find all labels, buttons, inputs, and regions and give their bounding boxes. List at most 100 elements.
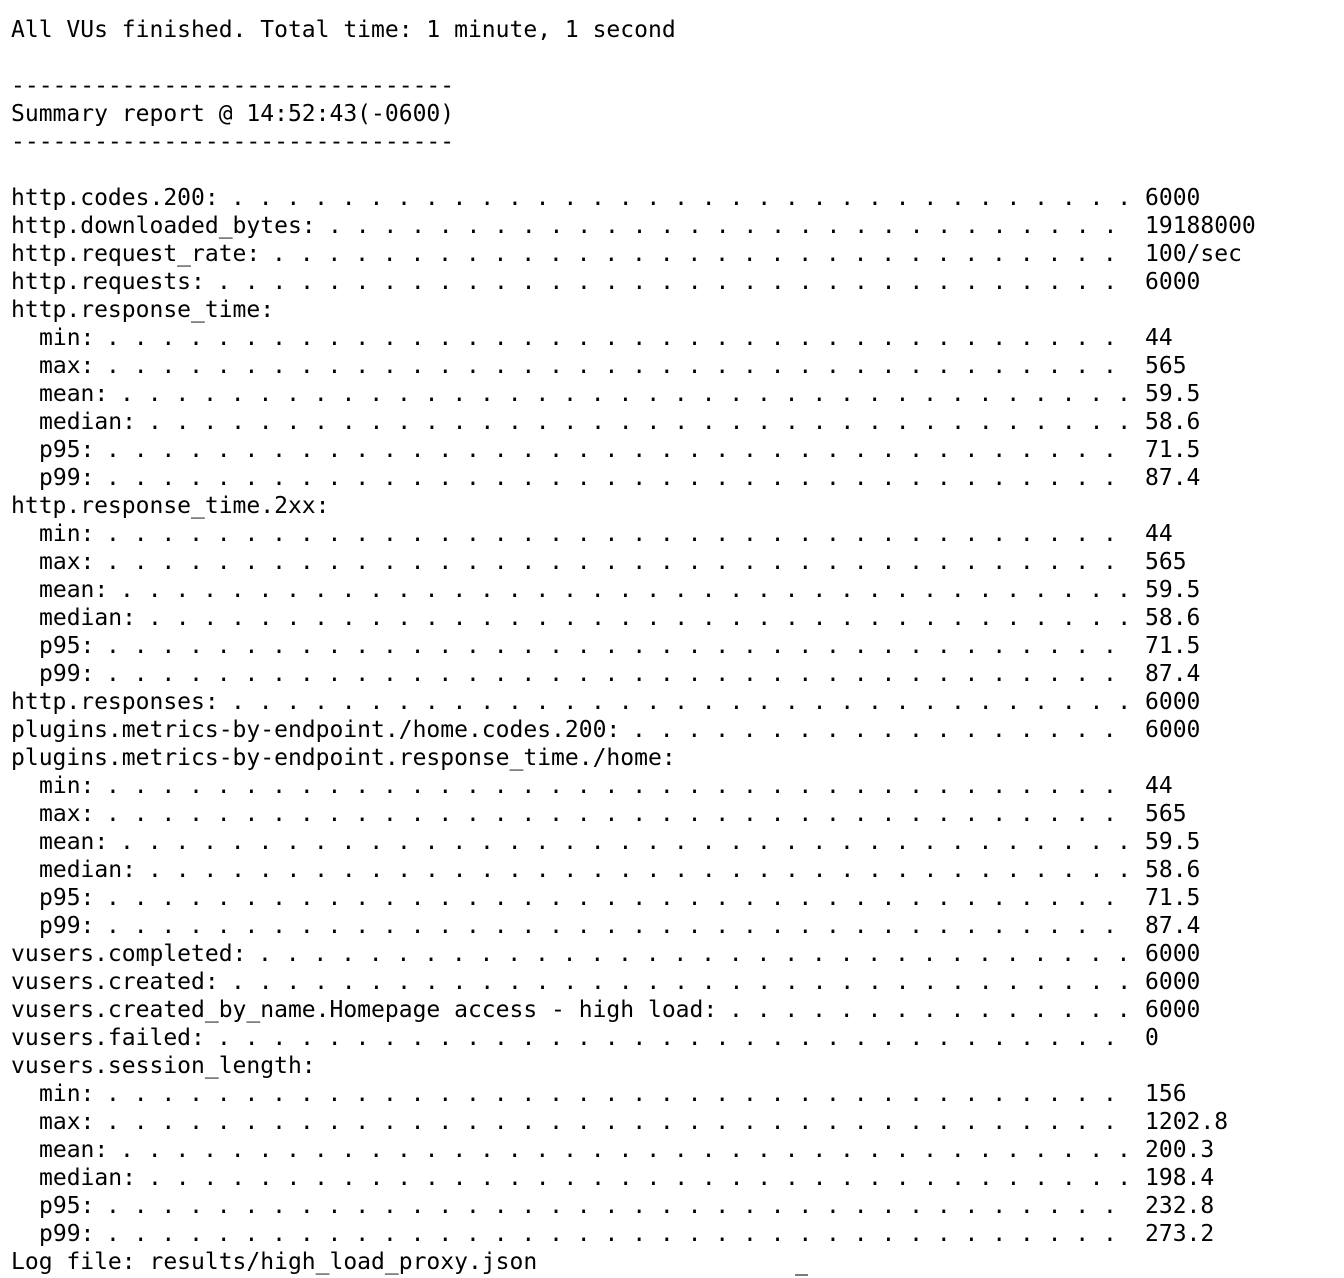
metric-value: 44 — [1145, 773, 1173, 799]
dot-leader: . . . . . . . . . . . . . . . . . . . . … — [217, 269, 1130, 295]
dot-leader: . . . . . . . . . . . . . . . . . . . . … — [106, 353, 1130, 379]
metric-value: 6000 — [1145, 185, 1201, 211]
metric-row: vusers.created_by_name.Homepage access -… — [11, 996, 1336, 1024]
metric-row: vusers.session_length: — [11, 1052, 1336, 1080]
metric-value: 232.8 — [1145, 1193, 1215, 1219]
metric-row: http.request_rate: . . . . . . . . . . .… — [11, 240, 1336, 268]
metric-label: min: — [39, 521, 95, 547]
dot-leader: . . . . . . . . . . . . . . . . . . . . … — [231, 969, 1130, 995]
metric-row: p99: . . . . . . . . . . . . . . . . . .… — [11, 912, 1336, 940]
metric-value: 59.5 — [1145, 577, 1201, 603]
metric-row: http.codes.200: . . . . . . . . . . . . … — [11, 184, 1336, 212]
metric-row: median: . . . . . . . . . . . . . . . . … — [11, 856, 1336, 884]
metric-label: max: — [39, 801, 95, 827]
metric-value: 6000 — [1145, 997, 1201, 1023]
metric-value: 200.3 — [1145, 1137, 1215, 1163]
metric-label: p99: — [39, 1221, 95, 1247]
metric-value: 565 — [1145, 801, 1187, 827]
metric-label: vusers.failed: — [11, 1025, 205, 1051]
metric-value: 71.5 — [1145, 437, 1201, 463]
dot-leader: . . . . . . . . . . . . . . . . . . . . … — [120, 1137, 1130, 1163]
metric-row: p95: . . . . . . . . . . . . . . . . . .… — [11, 884, 1336, 912]
metric-value: 87.4 — [1145, 913, 1201, 939]
metric-row: http.response_time.2xx: — [11, 492, 1336, 520]
metric-value: 156 — [1145, 1081, 1187, 1107]
metric-row: median: . . . . . . . . . . . . . . . . … — [11, 1164, 1336, 1192]
dot-leader: . . . . . . . . . . . . . . . . . . . . … — [106, 633, 1130, 659]
metric-row: p99: . . . . . . . . . . . . . . . . . .… — [11, 464, 1336, 492]
metric-row: http.responses: . . . . . . . . . . . . … — [11, 688, 1336, 716]
metric-value: 273.2 — [1145, 1221, 1215, 1247]
dot-leader: . . . . . . . . . . . . . . . . . . . . … — [231, 689, 1130, 715]
dot-leader: . . . . . . . . . . . . . . . . . . . . … — [231, 185, 1130, 211]
metric-value: 565 — [1145, 549, 1187, 575]
metric-label: max: — [39, 549, 95, 575]
dot-leader: . . . . . . . . . . . . . . . . . . . . … — [272, 241, 1130, 267]
dot-leader: . . . . . . . . . . . . . . . . . . . . … — [106, 437, 1130, 463]
metric-label: vusers.completed: — [11, 941, 247, 967]
metric-value: 71.5 — [1145, 885, 1201, 911]
metric-value: 6000 — [1145, 689, 1201, 715]
metric-label: p95: — [39, 1193, 95, 1219]
dot-leader: . . . . . . . . . . . . . . . . . . . . … — [258, 941, 1130, 967]
metric-label: http.requests: — [11, 269, 205, 295]
metric-row: mean: . . . . . . . . . . . . . . . . . … — [11, 576, 1336, 604]
metric-label: p99: — [39, 913, 95, 939]
dot-leader: . . . . . . . . . . . . . . . . . . . . … — [120, 829, 1130, 855]
metric-label: vusers.created_by_name.Homepage access -… — [11, 997, 718, 1023]
metric-label: p95: — [39, 633, 95, 659]
metric-label: mean: — [39, 1137, 109, 1163]
metric-label: vusers.created: — [11, 969, 219, 995]
metric-label: min: — [39, 325, 95, 351]
dot-leader: . . . . . . . . . . . . . . . . . . . . … — [106, 1109, 1130, 1135]
metric-value: 58.6 — [1145, 857, 1201, 883]
dot-leader: . . . . . . . . . . . . . . . . . . . . … — [106, 465, 1130, 491]
metric-row: min: . . . . . . . . . . . . . . . . . .… — [11, 520, 1336, 548]
metric-value: 44 — [1145, 325, 1173, 351]
metric-row: p99: . . . . . . . . . . . . . . . . . .… — [11, 1220, 1336, 1248]
dot-leader: . . . . . . . . . . . . . . . . . . . . … — [106, 1193, 1130, 1219]
metric-label: http.response_time.2xx: — [11, 493, 330, 519]
dot-leader: . . . . . . . . . . . . . . . . . . . . … — [632, 717, 1130, 743]
metric-value: 59.5 — [1145, 381, 1201, 407]
metric-row: p95: . . . . . . . . . . . . . . . . . .… — [11, 436, 1336, 464]
metric-label: median: — [39, 605, 136, 631]
metric-label: max: — [39, 353, 95, 379]
metric-value: 100/sec — [1145, 241, 1242, 267]
metric-label: mean: — [39, 577, 109, 603]
metric-row: max: . . . . . . . . . . . . . . . . . .… — [11, 352, 1336, 380]
metrics-list: http.codes.200: . . . . . . . . . . . . … — [11, 184, 1336, 1248]
metric-value: 44 — [1145, 521, 1173, 547]
metric-row: p95: . . . . . . . . . . . . . . . . . .… — [11, 632, 1336, 660]
metric-row: max: . . . . . . . . . . . . . . . . . .… — [11, 800, 1336, 828]
dot-leader: . . . . . . . . . . . . . . . . . . . . … — [106, 521, 1130, 547]
metric-label: min: — [39, 1081, 95, 1107]
metric-label: median: — [39, 857, 136, 883]
metric-value: 565 — [1145, 353, 1187, 379]
dot-leader: . . . . . . . . . . . . . . . . . . . . … — [106, 773, 1130, 799]
dot-leader: . . . . . . . . . . . . . . . . . . . . … — [106, 1081, 1130, 1107]
metric-label: plugins.metrics-by-endpoint./home.codes.… — [11, 717, 621, 743]
metric-value: 59.5 — [1145, 829, 1201, 855]
metric-label: p95: — [39, 885, 95, 911]
metric-row: http.response_time: — [11, 296, 1336, 324]
metric-row: plugins.metrics-by-endpoint.response_tim… — [11, 744, 1336, 772]
metric-row: http.requests: . . . . . . . . . . . . .… — [11, 268, 1336, 296]
dot-leader: . . . . . . . . . . . . . . . . . . . . … — [106, 549, 1130, 575]
dot-leader: . . . . . . . . . . . . . . . . . . . . … — [729, 997, 1130, 1023]
dot-leader: . . . . . . . . . . . . . . . . . . . . … — [148, 857, 1130, 883]
metric-row: vusers.failed: . . . . . . . . . . . . .… — [11, 1024, 1336, 1052]
dot-leader: . . . . . . . . . . . . . . . . . . . . … — [328, 213, 1130, 239]
dot-leader: . . . . . . . . . . . . . . . . . . . . … — [148, 1165, 1130, 1191]
metric-label: http.codes.200: — [11, 185, 219, 211]
dot-leader: . . . . . . . . . . . . . . . . . . . . … — [106, 801, 1130, 827]
metric-label: mean: — [39, 381, 109, 407]
log-file-line: Log file: results/high_load_proxy.json — [11, 1249, 538, 1275]
metric-label: median: — [39, 409, 136, 435]
separator-bottom: -------------------------------- — [11, 129, 455, 155]
metric-row: max: . . . . . . . . . . . . . . . . . .… — [11, 1108, 1336, 1136]
dot-leader: . . . . . . . . . . . . . . . . . . . . … — [106, 1221, 1130, 1247]
metric-row: mean: . . . . . . . . . . . . . . . . . … — [11, 380, 1336, 408]
metric-row: mean: . . . . . . . . . . . . . . . . . … — [11, 1136, 1336, 1164]
